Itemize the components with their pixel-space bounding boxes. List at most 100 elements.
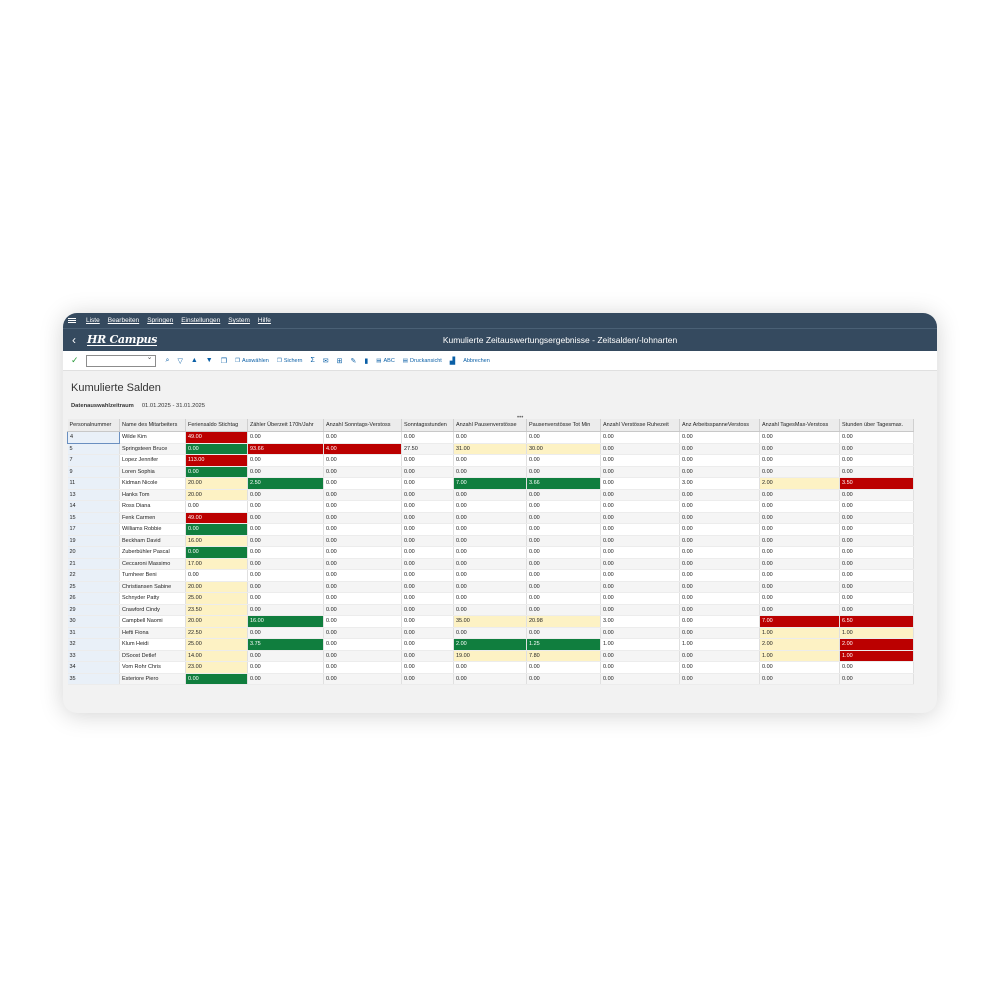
value-cell[interactable]: 0.00 bbox=[401, 454, 454, 467]
value-cell[interactable]: 16.00 bbox=[185, 535, 248, 547]
find-icon[interactable]: ⌕ bbox=[166, 357, 170, 365]
value-cell[interactable]: 0.00 bbox=[600, 661, 680, 674]
value-cell[interactable]: 0.00 bbox=[839, 489, 914, 501]
value-cell[interactable]: 0.00 bbox=[759, 673, 840, 685]
value-cell[interactable]: 0.00 bbox=[323, 523, 402, 536]
value-cell[interactable]: 0.00 bbox=[453, 523, 527, 536]
table-row[interactable]: 11 Kidman Nicole 20.00 2.50 0.00 0.00 7.00 3.66… bbox=[67, 477, 914, 490]
auswaehlen-button[interactable]: ❐ Auswählen bbox=[235, 358, 269, 364]
value-cell[interactable]: 0.00 bbox=[839, 431, 914, 444]
value-cell[interactable]: 0.00 bbox=[839, 454, 914, 467]
value-cell[interactable]: 0.00 bbox=[600, 673, 680, 685]
value-cell[interactable]: 7.80 bbox=[526, 650, 601, 662]
value-cell[interactable]: 0.00 bbox=[600, 546, 680, 559]
value-cell[interactable]: 0.00 bbox=[323, 454, 402, 467]
copy-icon[interactable]: ❐ bbox=[221, 357, 227, 365]
value-cell[interactable]: 1.00 bbox=[839, 650, 914, 662]
employee-name-cell[interactable]: Vom Rohr Chris bbox=[119, 661, 186, 674]
value-cell[interactable]: 0.00 bbox=[185, 443, 248, 455]
value-cell[interactable]: 0.00 bbox=[247, 489, 324, 501]
column-header[interactable]: Anz ArbeitsspanneVerstoss bbox=[679, 419, 760, 432]
value-cell[interactable]: 0.00 bbox=[323, 592, 402, 605]
value-cell[interactable]: 0.00 bbox=[679, 466, 760, 478]
menu-item-springen[interactable]: Springen bbox=[147, 317, 173, 324]
value-cell[interactable]: 0.00 bbox=[839, 523, 914, 536]
value-cell[interactable]: 0.00 bbox=[247, 604, 324, 616]
value-cell[interactable]: 2.00 bbox=[759, 477, 840, 490]
value-cell[interactable]: 20.00 bbox=[185, 615, 248, 628]
personnel-number-cell[interactable]: 22 bbox=[67, 569, 120, 582]
personnel-number-cell[interactable]: 26 bbox=[67, 592, 120, 605]
table-row[interactable]: 21 Ceccaroni Massimo 17.00 0.00 0.00 0.00 0.00… bbox=[67, 558, 914, 570]
druckansicht-button[interactable]: ▤ Druckansicht bbox=[403, 358, 442, 364]
value-cell[interactable]: 0.00 bbox=[247, 661, 324, 674]
table-row[interactable]: 14 Ross Diana 0.00 0.00 0.00 0.00 0.00 0.00 0.00… bbox=[67, 500, 914, 513]
value-cell[interactable]: 20.00 bbox=[185, 581, 248, 593]
menu-item-hilfe[interactable]: Hilfe bbox=[258, 317, 271, 324]
value-cell[interactable]: 0.00 bbox=[839, 546, 914, 559]
value-cell[interactable]: 0.00 bbox=[759, 581, 840, 593]
value-cell[interactable]: 0.00 bbox=[247, 500, 324, 513]
value-cell[interactable]: 0.00 bbox=[526, 592, 601, 605]
value-cell[interactable]: 0.00 bbox=[600, 581, 680, 593]
table-row[interactable]: 26 Schnyder Patty 25.00 0.00 0.00 0.00 0.00 0.0… bbox=[67, 592, 914, 605]
table-row[interactable]: 25 Christiansen Sabine 20.00 0.00 0.00 0.00 0.… bbox=[67, 581, 914, 593]
value-cell[interactable]: 0.00 bbox=[401, 500, 454, 513]
table-row[interactable]: 34 Vom Rohr Chris 23.00 0.00 0.00 0.00 0.00 0.0… bbox=[67, 661, 914, 674]
value-cell[interactable]: 0.00 bbox=[401, 466, 454, 478]
sort-descending-icon[interactable]: ▼ bbox=[206, 357, 213, 364]
personnel-number-cell[interactable]: 15 bbox=[67, 512, 120, 524]
value-cell[interactable]: 49.00 bbox=[185, 512, 248, 524]
value-cell[interactable]: 0.00 bbox=[323, 661, 402, 674]
value-cell[interactable]: 0.00 bbox=[759, 454, 840, 467]
employee-name-cell[interactable]: Zuberbühler Pascal bbox=[119, 546, 186, 559]
value-cell[interactable]: 0.00 bbox=[600, 569, 680, 582]
menu-item-bearbeiten[interactable]: Bearbeiten bbox=[108, 317, 139, 324]
chart-icon[interactable]: ▟ bbox=[450, 357, 455, 365]
employee-name-cell[interactable]: Esteriore Piero bbox=[119, 673, 186, 685]
value-cell[interactable]: 0.00 bbox=[401, 661, 454, 674]
value-cell[interactable]: 25.00 bbox=[185, 638, 248, 651]
value-cell[interactable]: 6.50 bbox=[839, 615, 914, 628]
value-cell[interactable]: 0.00 bbox=[453, 581, 527, 593]
employee-name-cell[interactable]: Ross Diana bbox=[119, 500, 186, 513]
value-cell[interactable]: 0.00 bbox=[453, 673, 527, 685]
employee-name-cell[interactable]: Loren Sophia bbox=[119, 466, 186, 478]
value-cell[interactable]: 0.00 bbox=[839, 581, 914, 593]
employee-name-cell[interactable]: Springsteen Bruce bbox=[119, 443, 186, 455]
value-cell[interactable]: 0.00 bbox=[679, 558, 760, 570]
delete-icon[interactable]: ▮ bbox=[364, 357, 368, 365]
personnel-number-cell[interactable]: 19 bbox=[67, 535, 120, 547]
value-cell[interactable]: 0.00 bbox=[526, 673, 601, 685]
value-cell[interactable]: 0.00 bbox=[600, 477, 680, 490]
value-cell[interactable]: 0.00 bbox=[323, 431, 402, 444]
value-cell[interactable]: 0.00 bbox=[401, 615, 454, 628]
personnel-number-cell[interactable]: 4 bbox=[67, 431, 120, 444]
value-cell[interactable]: 0.00 bbox=[453, 558, 527, 570]
value-cell[interactable]: 0.00 bbox=[526, 569, 601, 582]
value-cell[interactable]: 0.00 bbox=[401, 489, 454, 501]
value-cell[interactable]: 2.00 bbox=[839, 638, 914, 651]
value-cell[interactable]: 3.75 bbox=[247, 638, 324, 651]
value-cell[interactable]: 0.00 bbox=[759, 443, 840, 455]
value-cell[interactable]: 0.00 bbox=[679, 431, 760, 444]
value-cell[interactable]: 7.00 bbox=[453, 477, 527, 490]
value-cell[interactable]: 0.00 bbox=[185, 500, 248, 513]
value-cell[interactable]: 0.00 bbox=[323, 500, 402, 513]
abbrechen-button[interactable]: Abbrechen bbox=[463, 358, 490, 364]
value-cell[interactable]: 0.00 bbox=[453, 569, 527, 582]
value-cell[interactable]: 0.00 bbox=[453, 454, 527, 467]
value-cell[interactable]: 0.00 bbox=[323, 489, 402, 501]
value-cell[interactable]: 0.00 bbox=[679, 512, 760, 524]
value-cell[interactable]: 0.00 bbox=[247, 650, 324, 662]
value-cell[interactable]: 0.00 bbox=[453, 661, 527, 674]
personnel-number-cell[interactable]: 17 bbox=[67, 523, 120, 536]
value-cell[interactable]: 0.00 bbox=[839, 500, 914, 513]
value-cell[interactable]: 0.00 bbox=[600, 500, 680, 513]
value-cell[interactable]: 0.00 bbox=[526, 661, 601, 674]
employee-name-cell[interactable]: Ceccaroni Massimo bbox=[119, 558, 186, 570]
employee-name-cell[interactable]: Klum Heidi bbox=[119, 638, 186, 651]
value-cell[interactable]: 0.00 bbox=[453, 592, 527, 605]
value-cell[interactable]: 17.00 bbox=[185, 558, 248, 570]
column-header[interactable]: Personalnummer bbox=[67, 419, 120, 432]
